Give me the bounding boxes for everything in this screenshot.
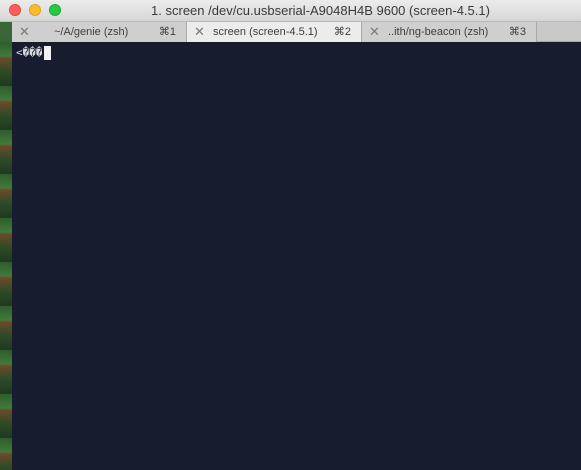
text-cursor: [43, 46, 51, 60]
tab-bar: ✕ ~/A/genie (zsh) ⌘1 ✕ screen (screen-4.…: [12, 22, 581, 42]
tab-label: ..ith/ng-beacon (zsh): [388, 26, 489, 38]
tab-shortcut: ⌘1: [158, 26, 176, 38]
tab-screen[interactable]: ✕ screen (screen-4.5.1) ⌘2: [187, 22, 362, 42]
tab-close-icon[interactable]: ✕: [19, 24, 30, 39]
tab-genie[interactable]: ✕ ~/A/genie (zsh) ⌘1: [12, 22, 187, 42]
tab-shortcut: ⌘2: [333, 26, 351, 38]
terminal-window: 1. screen /dev/cu.usbserial-A9048H4B 960…: [0, 0, 581, 470]
terminal-output-text: <���: [16, 46, 43, 59]
window-title: 1. screen /dev/cu.usbserial-A9048H4B 960…: [151, 3, 490, 18]
tab-label: ~/A/genie (zsh): [54, 26, 129, 38]
tab-close-icon[interactable]: ✕: [369, 24, 380, 39]
tab-close-icon[interactable]: ✕: [194, 24, 205, 39]
tab-bar-empty-area[interactable]: [537, 22, 581, 41]
tab-shortcut: ⌘3: [508, 26, 526, 38]
tab-ng-beacon[interactable]: ✕ ..ith/ng-beacon (zsh) ⌘3: [362, 22, 537, 42]
terminal-content[interactable]: <���: [12, 42, 581, 470]
tab-label: screen (screen-4.5.1): [213, 26, 318, 38]
title-bar[interactable]: 1. screen /dev/cu.usbserial-A9048H4B 960…: [0, 0, 581, 22]
terminal-output-line: <���: [16, 46, 51, 60]
